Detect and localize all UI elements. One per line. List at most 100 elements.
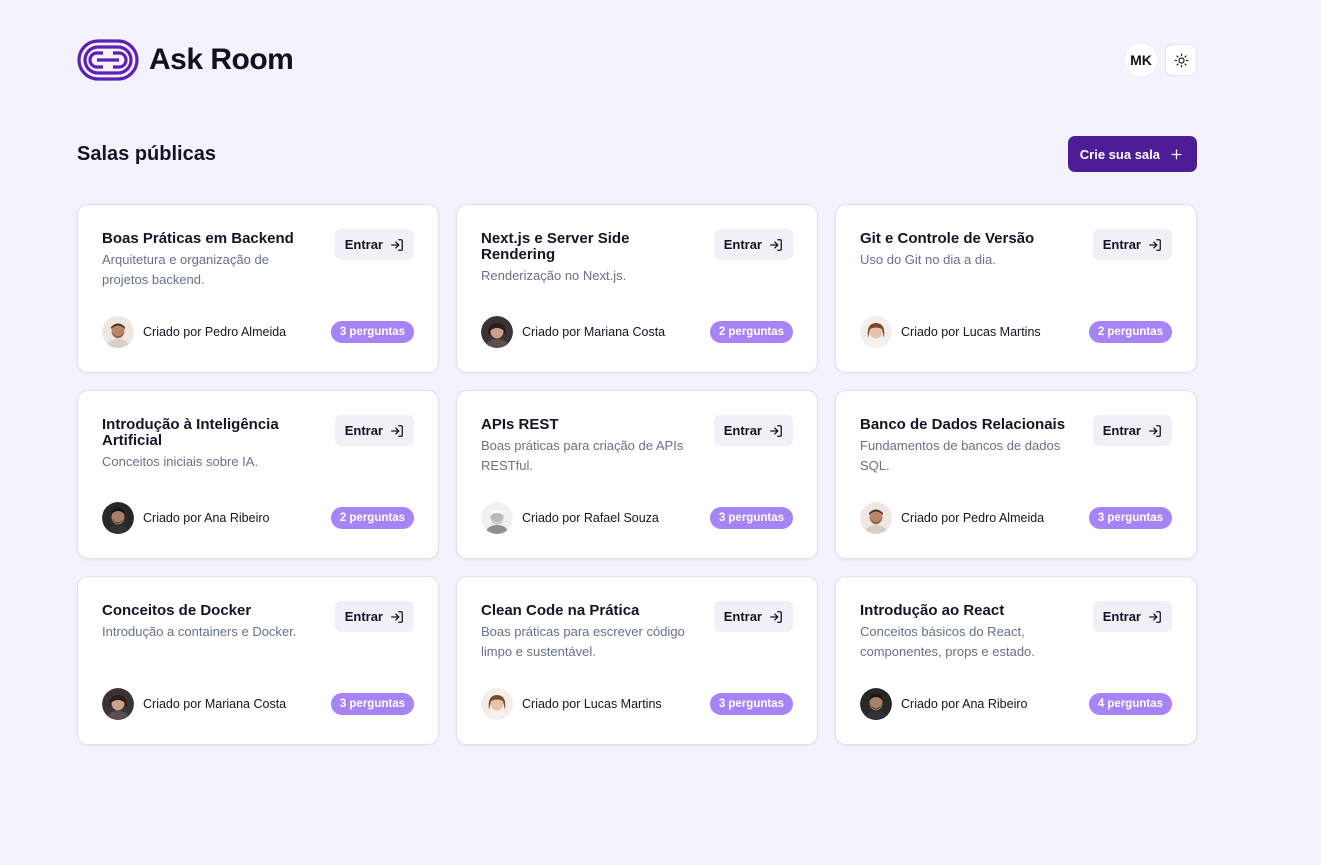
room-creator: Criado por Lucas Martins [481,688,662,720]
create-room-label: Crie sua sala [1079,146,1160,162]
ask-room-logo-icon [77,39,139,81]
room-title: APIs REST [481,416,559,433]
enter-room-button[interactable]: Entrar [1092,601,1172,632]
room-card-footer: Criado por Ana Ribeiro 4 perguntas [860,688,1172,720]
enter-room-label: Entrar [344,237,383,252]
theme-toggle-button[interactable] [1165,44,1197,76]
person-avatar-icon [860,688,892,720]
person-avatar-icon [102,502,134,534]
person-avatar-icon [102,316,134,348]
room-card-footer: Criado por Lucas Martins 3 perguntas [481,688,793,720]
creator-label: Criado por Ana Ribeiro [901,697,1028,711]
enter-room-button[interactable]: Entrar [334,229,414,260]
question-count-badge: 4 perguntas [1088,693,1172,715]
question-count-badge: 2 perguntas [330,507,414,529]
question-count-badge: 3 perguntas [330,321,414,343]
plus-icon [1171,149,1182,159]
room-card-text: APIs REST Boas práticas para criação de … [481,415,691,476]
room-card-text: Introdução à Inteligência Artificial Con… [102,415,312,472]
room-card-header: Clean Code na Prática Boas práticas para… [481,601,793,662]
enter-room-label: Entrar [723,237,762,252]
question-count-badge: 3 perguntas [709,507,793,529]
room-creator: Criado por Rafael Souza [481,502,659,534]
room-creator: Criado por Mariana Costa [102,688,286,720]
enter-room-button[interactable]: Entrar [334,601,414,632]
brand[interactable]: Ask Room [77,39,294,81]
room-card-footer: Criado por Mariana Costa 2 perguntas [481,316,793,348]
room-card-header: Next.js e Server Side Rendering Renderiz… [481,229,793,286]
person-avatar-icon [102,688,134,720]
room-card-footer: Criado por Ana Ribeiro 2 perguntas [102,502,414,534]
log-in-icon [391,424,403,437]
room-card-header: Boas Práticas em Backend Arquitetura e o… [102,229,414,290]
room-card-footer: Criado por Pedro Almeida 3 perguntas [102,316,414,348]
person-avatar-icon [481,688,513,720]
creator-label: Criado por Mariana Costa [522,325,666,339]
log-in-icon [770,424,782,437]
creator-label: Criado por Pedro Almeida [143,325,287,339]
page-title: Salas públicas [77,142,216,165]
question-count-badge: 3 perguntas [1088,507,1172,529]
room-description: Conceitos básicos do React, componentes,… [860,624,1035,659]
question-count-badge: 3 perguntas [709,693,793,715]
room-description: Arquitetura e organização de projetos ba… [102,252,269,287]
enter-room-button[interactable]: Entrar [713,601,793,632]
room-creator: Criado por Ana Ribeiro [102,502,269,534]
room-card: Banco de Dados Relacionais Fundamentos d… [835,390,1197,559]
creator-label: Criado por Rafael Souza [522,511,659,525]
question-count-badge: 3 perguntas [330,693,414,715]
room-title: Introdução ao React [860,602,1005,619]
room-grid: Boas Práticas em Backend Arquitetura e o… [77,204,1197,745]
log-in-icon [1149,610,1161,623]
room-card-footer: Criado por Lucas Martins 2 perguntas [860,316,1172,348]
creator-label: Criado por Pedro Almeida [901,511,1045,525]
log-in-icon [770,610,782,623]
sun-icon [1174,53,1188,67]
enter-room-button[interactable]: Entrar [1092,415,1172,446]
creator-label: Criado por Ana Ribeiro [143,511,270,525]
creator-label: Criado por Mariana Costa [143,697,287,711]
room-card: Clean Code na Prática Boas práticas para… [456,576,818,745]
enter-room-button[interactable]: Entrar [713,415,793,446]
log-in-icon [770,238,782,251]
enter-room-label: Entrar [344,423,383,438]
room-creator: Criado por Lucas Martins [860,316,1041,348]
room-description: Uso do Git no dia a dia. [860,252,996,267]
enter-room-label: Entrar [1102,423,1141,438]
log-in-icon [391,610,403,623]
room-card: Introdução à Inteligência Artificial Con… [77,390,439,559]
user-avatar[interactable]: MK [1125,44,1157,76]
room-card-text: Git e Controle de Versão Uso do Git no d… [860,229,1070,270]
room-card-header: Conceitos de Docker Introdução a contain… [102,601,414,642]
brand-title: Ask Room [149,43,294,76]
create-room-button[interactable]: Crie sua sala [1067,136,1197,172]
room-title: Git e Controle de Versão [860,230,1035,247]
enter-room-button[interactable]: Entrar [1092,229,1172,260]
log-in-icon [1149,424,1161,437]
room-card-text: Clean Code na Prática Boas práticas para… [481,601,691,662]
person-avatar-icon [481,502,513,534]
enter-room-button[interactable]: Entrar [713,229,793,260]
room-title: Banco de Dados Relacionais [860,416,1066,433]
room-card-text: Conceitos de Docker Introdução a contain… [102,601,312,642]
room-creator: Criado por Pedro Almeida [860,502,1044,534]
room-description: Introdução a containers e Docker. [102,624,297,639]
enter-room-label: Entrar [344,609,383,624]
enter-room-button[interactable]: Entrar [334,415,414,446]
room-card-footer: Criado por Mariana Costa 3 perguntas [102,688,414,720]
question-count-badge: 2 perguntas [709,321,793,343]
enter-room-label: Entrar [723,423,762,438]
room-card-header: Introdução ao React Conceitos básicos do… [860,601,1172,662]
enter-room-label: Entrar [1102,609,1141,624]
room-description: Renderização no Next.js. [481,268,627,283]
room-card-header: Banco de Dados Relacionais Fundamentos d… [860,415,1172,476]
room-creator: Criado por Ana Ribeiro [860,688,1027,720]
room-title: Clean Code na Prática [481,602,640,619]
room-card: Next.js e Server Side Rendering Renderiz… [456,204,818,373]
creator-label: Criado por Lucas Martins [522,697,662,711]
app-header: Ask Room MK [77,38,1197,82]
enter-room-label: Entrar [1102,237,1141,252]
room-card-footer: Criado por Rafael Souza 3 perguntas [481,502,793,534]
room-card: APIs REST Boas práticas para criação de … [456,390,818,559]
room-card: Introdução ao React Conceitos básicos do… [835,576,1197,745]
